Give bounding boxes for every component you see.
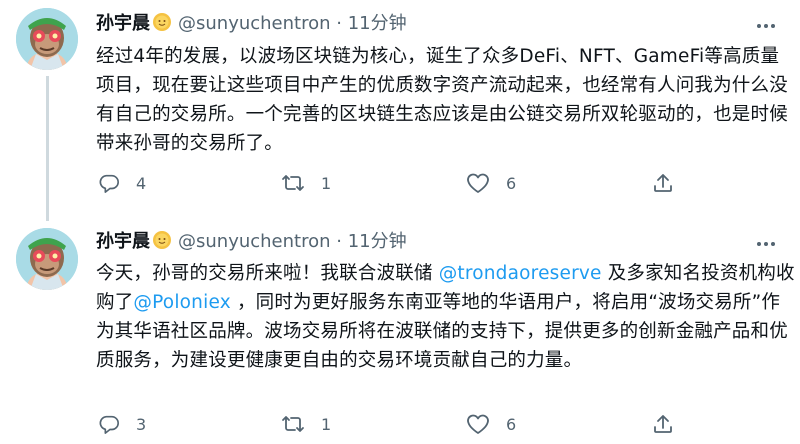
- tweet-text-segment: 经过4年的发展，以波场区块链为核心，诞生了众多DeFi、NFT、GameFi等高…: [96, 46, 788, 154]
- retweet-button[interactable]: 1: [281, 170, 331, 196]
- mention-link[interactable]: @Poloniex: [133, 292, 230, 313]
- tweet[interactable]: 孙宇晨 @sunyuchentron · 11分钟 今天，孙哥的交易所来啦！我联合…: [0, 222, 800, 444]
- separator: ·: [336, 13, 342, 34]
- like-icon: [467, 173, 489, 193]
- like-count: 6: [506, 414, 517, 434]
- tweet-header: 孙宇晨 @sunyuchentron · 11分钟: [96, 12, 407, 39]
- tweet[interactable]: 孙宇晨 @sunyuchentron · 11分钟 经过4年的发展，以波场区块链为…: [0, 0, 800, 222]
- timestamp[interactable]: 11分钟: [348, 13, 407, 34]
- reply-count: 3: [136, 414, 147, 434]
- tweet-text: 经过4年的发展，以波场区块链为核心，诞生了众多DeFi、NFT、GameFi等高…: [96, 42, 796, 158]
- tweet-text-segment: 今天，孙哥的交易所来啦！我联合波联储: [96, 263, 439, 284]
- avatar[interactable]: [16, 228, 78, 290]
- sun-emoji-icon: [152, 230, 172, 257]
- like-button[interactable]: 6: [466, 411, 516, 437]
- thread-connector: [46, 76, 49, 221]
- reply-icon: [99, 174, 119, 193]
- reply-button[interactable]: 3: [98, 411, 146, 437]
- like-icon: [467, 414, 489, 434]
- share-button[interactable]: [652, 170, 674, 196]
- like-count: 6: [506, 173, 517, 193]
- sun-emoji-icon: [152, 12, 172, 39]
- share-icon: [654, 174, 672, 192]
- share-button[interactable]: [652, 411, 674, 437]
- author-name[interactable]: 孙宇晨: [96, 231, 150, 252]
- like-button[interactable]: 6: [466, 170, 516, 196]
- ape-avatar-icon: [16, 8, 78, 70]
- retweet-count: 1: [321, 173, 332, 193]
- retweet-icon: [282, 175, 304, 191]
- retweet-button[interactable]: 1: [281, 411, 331, 437]
- author-name[interactable]: 孙宇晨: [96, 13, 150, 34]
- reply-icon: [99, 415, 119, 434]
- separator: ·: [336, 231, 342, 252]
- reply-button[interactable]: 4: [98, 170, 146, 196]
- tweet-actions: 4 1 6: [96, 170, 696, 196]
- mention-link[interactable]: @trondaoreserve: [439, 263, 602, 284]
- ape-avatar-icon: [16, 228, 78, 290]
- retweet-icon: [282, 416, 304, 432]
- reply-count: 4: [136, 173, 147, 193]
- tweet-text: 今天，孙哥的交易所来啦！我联合波联储 @trondaoreserve 及多家知名…: [96, 259, 796, 375]
- retweet-count: 1: [321, 414, 332, 434]
- more-options-icon[interactable]: [754, 234, 778, 254]
- tweet-header: 孙宇晨 @sunyuchentron · 11分钟: [96, 230, 407, 257]
- author-handle[interactable]: @sunyuchentron: [178, 13, 331, 34]
- timestamp[interactable]: 11分钟: [348, 231, 407, 252]
- more-options-icon[interactable]: [754, 16, 778, 36]
- avatar[interactable]: [16, 8, 78, 70]
- author-handle[interactable]: @sunyuchentron: [178, 231, 331, 252]
- share-icon: [654, 415, 672, 433]
- tweet-actions: 3 1 6: [96, 411, 696, 437]
